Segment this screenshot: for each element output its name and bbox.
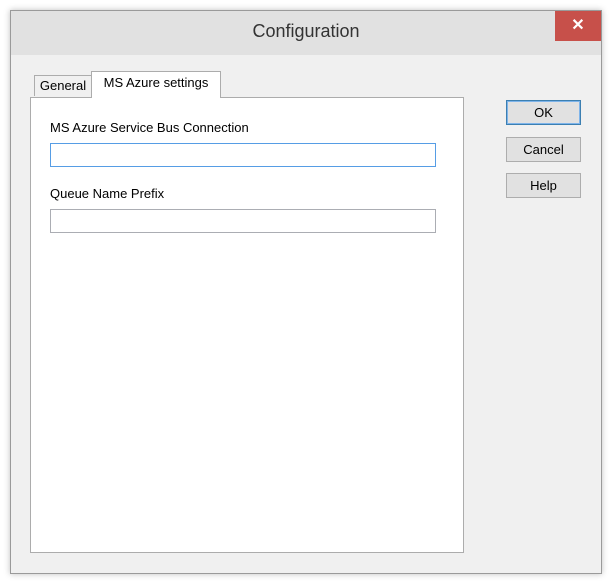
window-title: Configuration — [252, 21, 360, 41]
service-bus-connection-label: MS Azure Service Bus Connection — [50, 120, 249, 135]
service-bus-connection-input[interactable] — [50, 143, 436, 167]
configuration-dialog: Configuration ✕ General MS Azure setting… — [10, 10, 602, 574]
help-button[interactable]: Help — [506, 173, 581, 198]
ok-button[interactable]: OK — [506, 100, 581, 125]
close-button[interactable]: ✕ — [555, 11, 601, 41]
tab-ms-azure-settings[interactable]: MS Azure settings — [91, 71, 221, 98]
tab-panel-ms-azure-settings: MS Azure Service Bus Connection Queue Na… — [30, 97, 464, 553]
queue-name-prefix-label: Queue Name Prefix — [50, 186, 165, 201]
dialog-body: General MS Azure settings MS Azure Servi… — [18, 55, 594, 567]
tab-general[interactable]: General — [34, 75, 92, 96]
title-bar[interactable]: Configuration ✕ — [11, 11, 601, 55]
close-icon: ✕ — [571, 17, 585, 34]
cancel-button[interactable]: Cancel — [506, 137, 581, 162]
queue-name-prefix-input[interactable] — [50, 209, 436, 233]
